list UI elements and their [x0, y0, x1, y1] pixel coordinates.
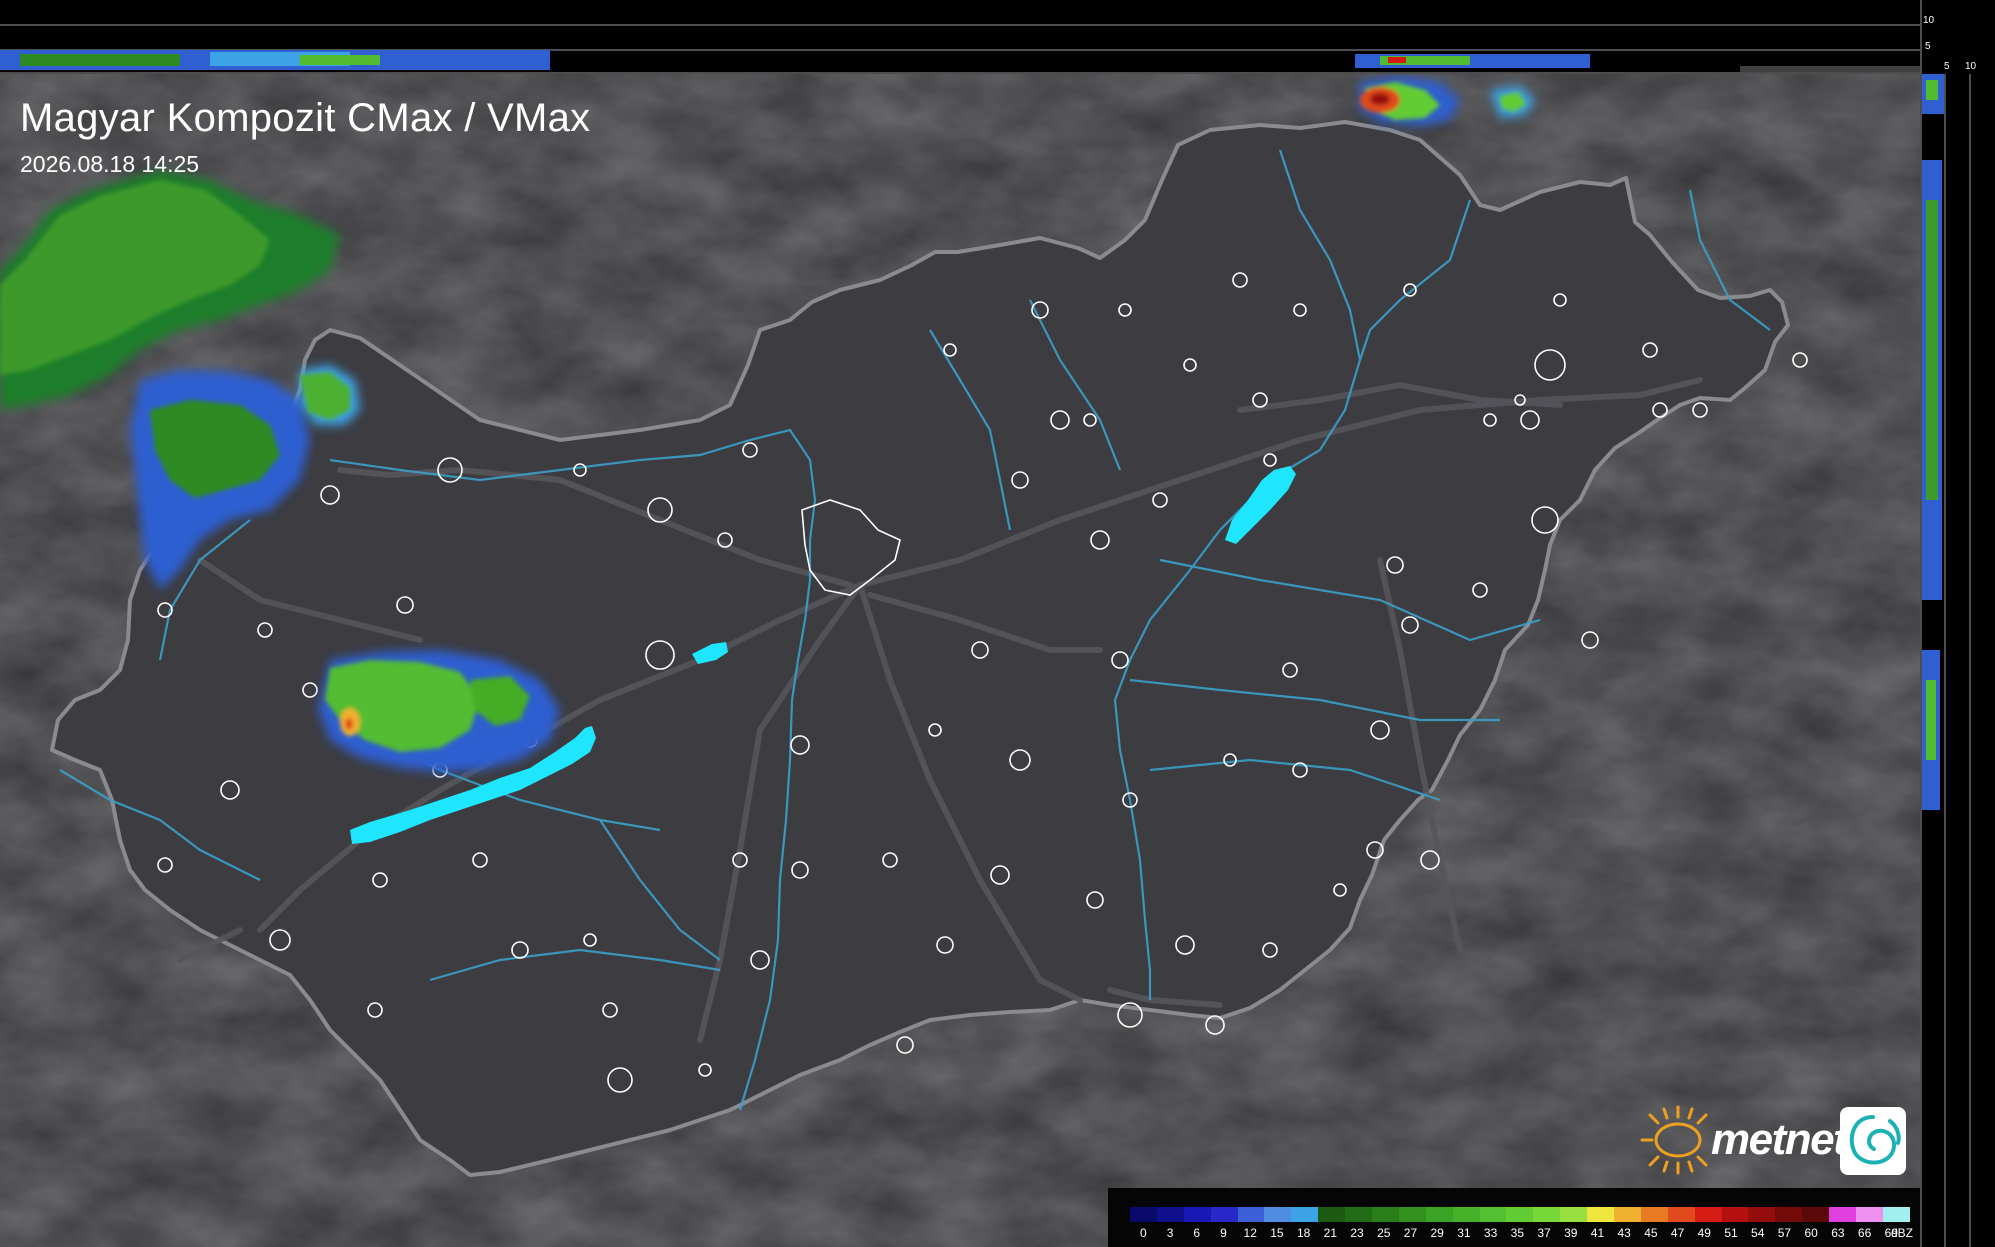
sun-icon [1640, 1105, 1708, 1175]
radar-map[interactable] [0, 74, 1920, 1247]
legend-swatch [1614, 1207, 1641, 1222]
legend-swatch [1748, 1207, 1776, 1222]
swirl-icon [1840, 1107, 1906, 1175]
legend-label: 31 [1457, 1226, 1471, 1240]
metnet-logo: metnet [1636, 1103, 1908, 1177]
top-profile-panel [0, 0, 1920, 74]
right-panel-tick-5: 5 [1944, 61, 1950, 72]
legend-swatch [1425, 1207, 1453, 1222]
legend-swatch [1694, 1207, 1722, 1222]
brand-name: metnet [1711, 1115, 1848, 1164]
legend-label: 18 [1296, 1226, 1311, 1240]
legend-swatch [1156, 1207, 1184, 1222]
legend-label: 0 [1140, 1226, 1147, 1240]
legend-swatch [1802, 1207, 1830, 1222]
legend-swatch [1560, 1207, 1588, 1222]
legend-swatch [1237, 1207, 1265, 1222]
legend-label: 9 [1220, 1226, 1227, 1240]
legend-label: 54 [1751, 1226, 1765, 1240]
legend-swatch [1587, 1207, 1615, 1222]
legend-label: 12 [1243, 1226, 1257, 1240]
legend-label: 63 [1831, 1226, 1845, 1240]
legend-labels: 0 3 6 9 12 15 18 21 23 25 27 29 31 33 35 37 39 41 43 45 47 49… [1130, 1226, 1920, 1242]
legend-swatch [1856, 1207, 1883, 1222]
legend-label: 33 [1483, 1226, 1498, 1240]
legend-swatch [1264, 1207, 1292, 1222]
legend-swatch [1640, 1207, 1668, 1222]
legend-swatch [1398, 1207, 1426, 1222]
legend-label: 23 [1350, 1226, 1364, 1240]
legend-swatch [1452, 1207, 1480, 1222]
legend-label: 15 [1270, 1226, 1284, 1240]
legend-swatch [1506, 1207, 1534, 1222]
legend-swatch [1291, 1207, 1319, 1222]
legend-label: 37 [1537, 1226, 1551, 1240]
map-timestamp: 2026.08.18 14:25 [20, 151, 200, 177]
legend-label: 3 [1166, 1226, 1174, 1240]
legend-label: 27 [1403, 1226, 1418, 1240]
legend-swatch [1479, 1207, 1507, 1222]
legend-label: 39 [1564, 1226, 1578, 1240]
legend-label: 41 [1590, 1226, 1605, 1240]
legend-swatch [1667, 1207, 1695, 1222]
top-panel-tick-10: 10 [1923, 15, 1935, 26]
map-title: Magyar Kompozit CMax / VMax [20, 96, 591, 140]
legend-swatch [1829, 1207, 1857, 1222]
legend-label: 45 [1644, 1226, 1658, 1240]
legend-swatch [1318, 1207, 1346, 1222]
legend-swatch [1533, 1207, 1561, 1222]
legend-swatch [1183, 1207, 1211, 1222]
legend-label: 47 [1670, 1226, 1685, 1240]
legend-unit: dBZ [1890, 1226, 1914, 1240]
legend-color-bar [1130, 1207, 1910, 1222]
legend-swatch [1882, 1207, 1910, 1222]
legend-swatch [1721, 1207, 1749, 1222]
legend-label: 60 [1804, 1226, 1818, 1240]
legend-label: 35 [1510, 1226, 1525, 1240]
legend-label: 57 [1777, 1226, 1792, 1240]
legend-swatch [1130, 1207, 1157, 1222]
legend-swatch [1775, 1207, 1803, 1222]
top-panel-tick-5: 5 [1925, 41, 1931, 52]
legend-label: 6 [1193, 1226, 1201, 1240]
reflectivity-legend: 0 3 6 9 12 15 18 21 23 25 27 29 31 33 35 37 39 41 43 45 47 49… [1108, 1188, 1920, 1247]
legend-label: 21 [1323, 1226, 1338, 1240]
legend-swatch [1372, 1207, 1399, 1222]
legend-label: 51 [1724, 1226, 1738, 1240]
right-profile-panel [1920, 0, 1995, 1247]
legend-swatch [1210, 1207, 1238, 1222]
legend-label: 49 [1697, 1226, 1711, 1240]
right-panel-tick-10: 10 [1965, 61, 1977, 72]
legend-label: 29 [1430, 1226, 1444, 1240]
legend-label: 66 [1857, 1226, 1872, 1240]
legend-label: 43 [1617, 1226, 1631, 1240]
legend-label: 25 [1377, 1226, 1391, 1240]
legend-swatch [1345, 1207, 1373, 1222]
